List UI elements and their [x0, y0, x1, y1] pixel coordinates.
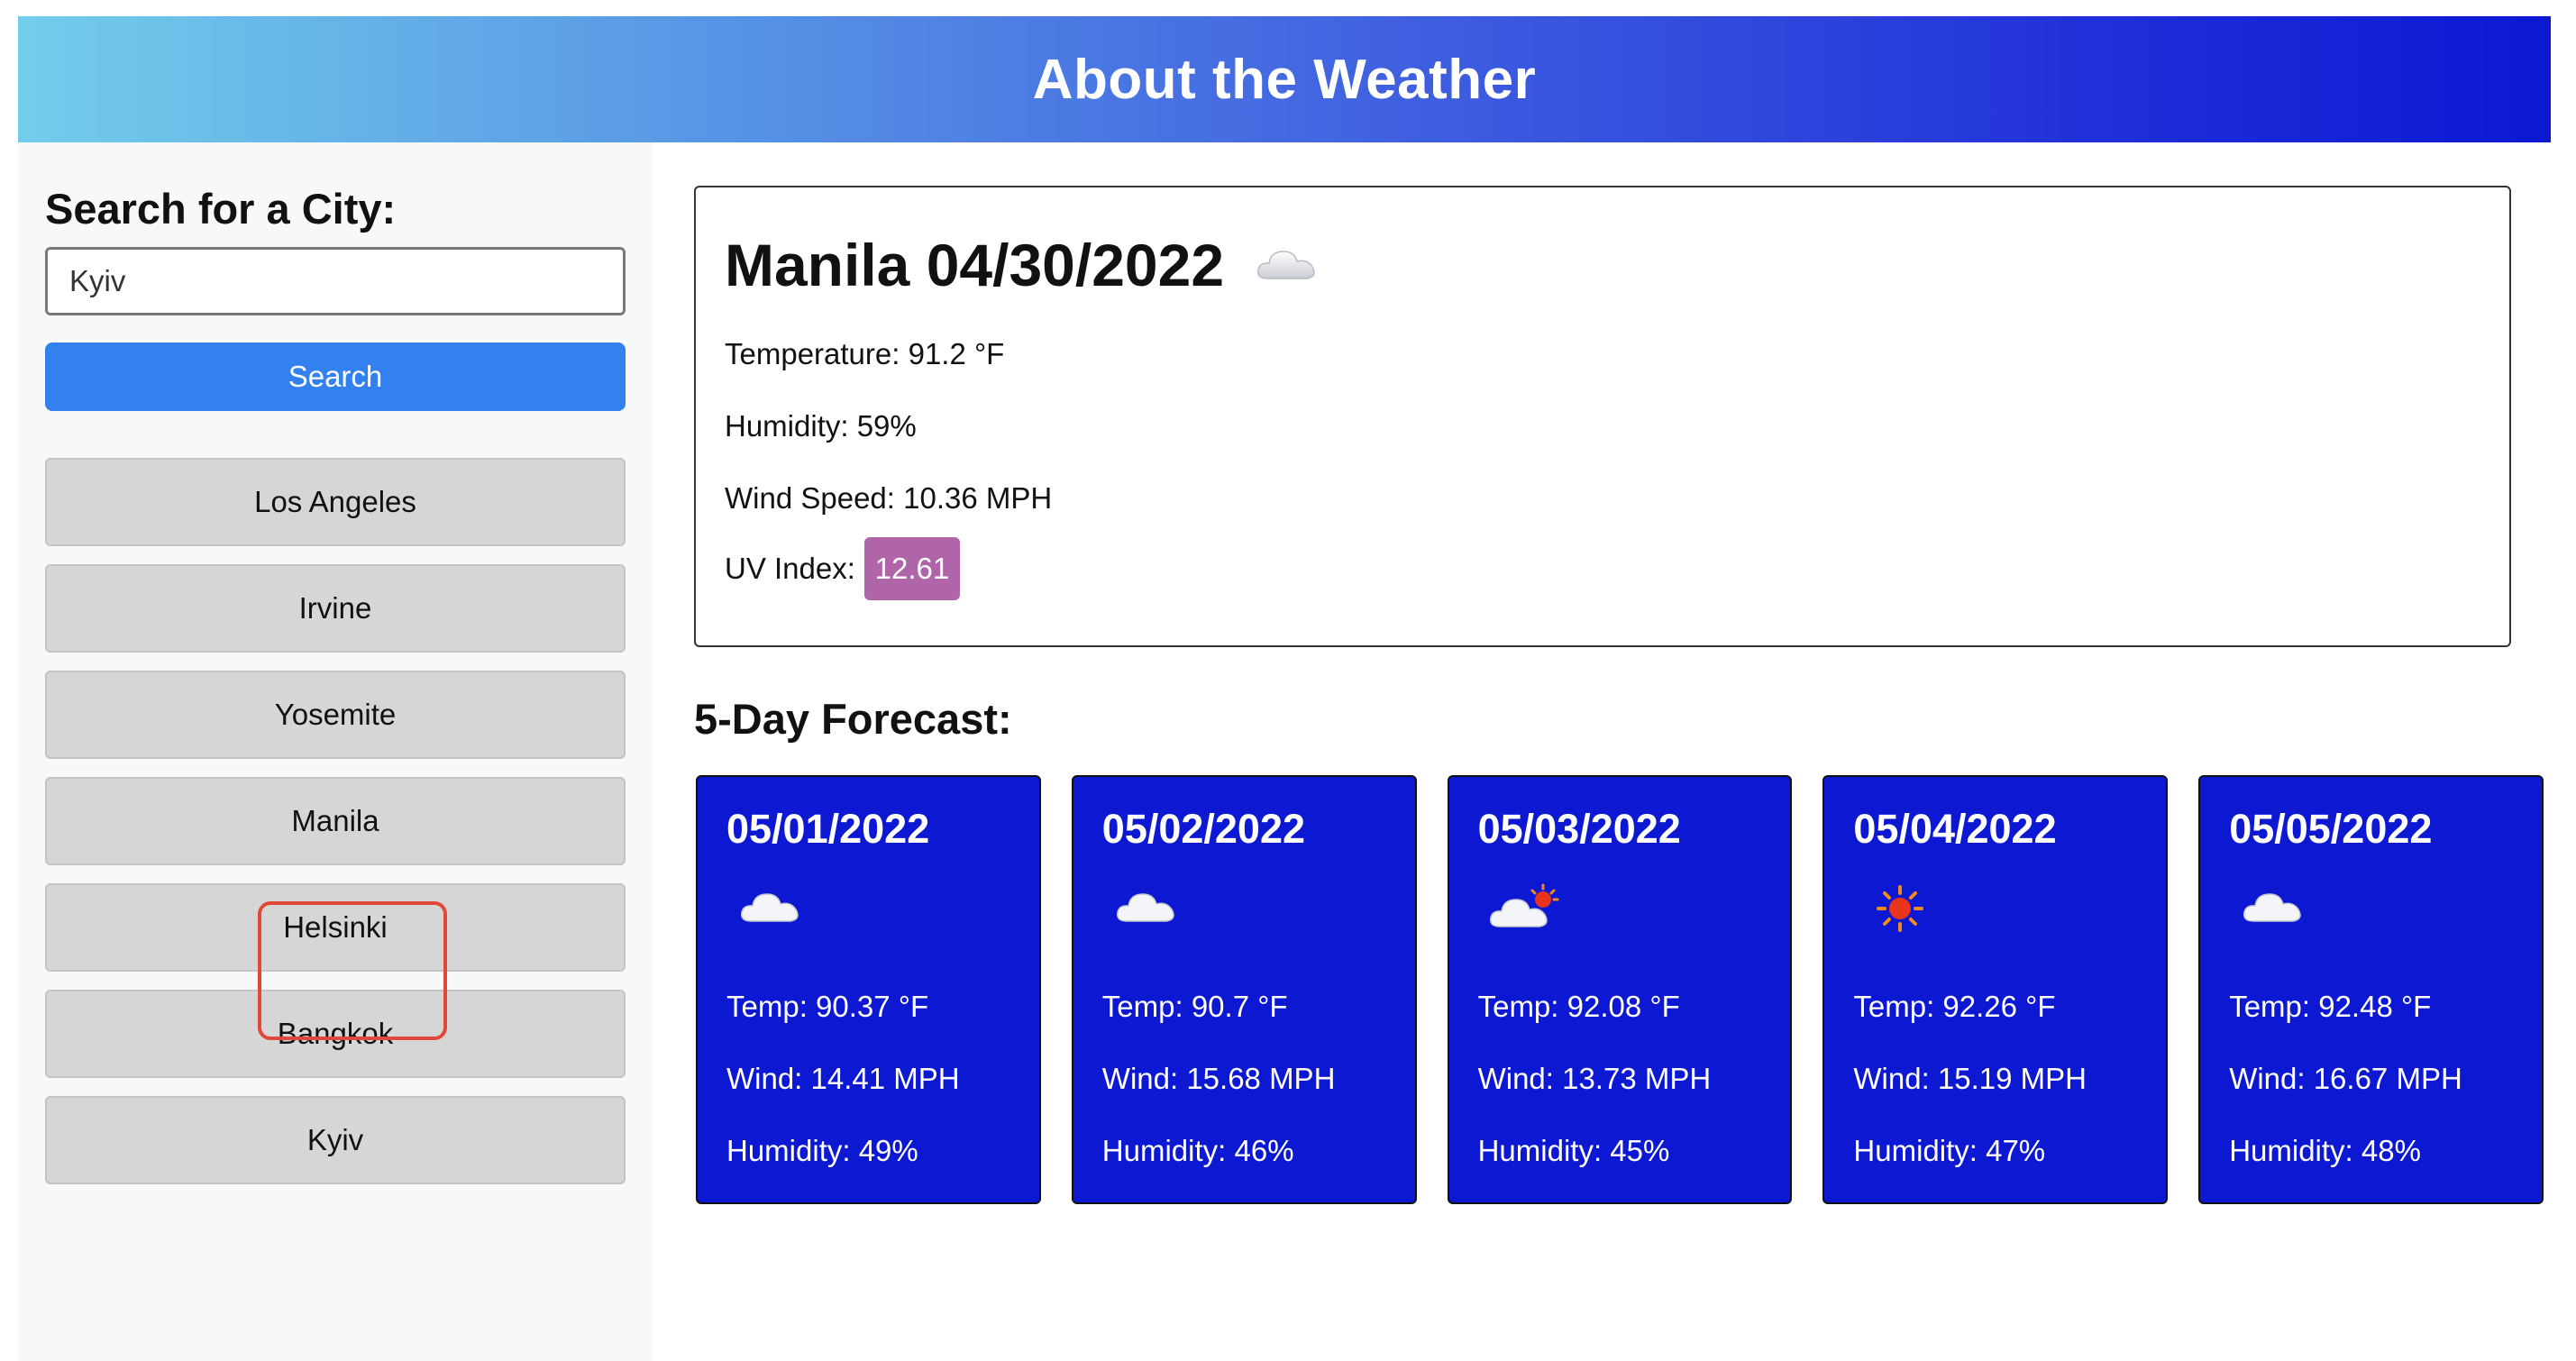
forecast-wind: Wind: 16.67 MPH	[2229, 1062, 2462, 1095]
history-button-yosemite[interactable]: Yosemite	[45, 671, 626, 759]
search-history-list: Los Angeles Irvine Yosemite Manila Helsi…	[45, 458, 626, 1202]
cloud-icon	[1255, 231, 1320, 299]
forecast-temp: Temp: 92.08 °F	[1477, 990, 1680, 1023]
forecast-wind: Wind: 15.19 MPH	[1853, 1062, 2087, 1095]
forecast-temp: Temp: 90.37 °F	[726, 990, 929, 1023]
forecast-temp: Temp: 90.7 °F	[1101, 990, 1288, 1023]
forecast-wind: Wind: 14.41 MPH	[726, 1062, 960, 1095]
forecast-date: 05/05/2022	[2229, 806, 2433, 852]
current-city-date: Manila 04/30/2022	[725, 232, 1225, 298]
history-button-kyiv[interactable]: Kyiv	[45, 1096, 626, 1184]
current-wind-speed: Wind Speed: 10.36 MPH	[725, 481, 1053, 515]
history-button-los-angeles[interactable]: Los Angeles	[45, 458, 626, 546]
forecast-temp: Temp: 92.26 °F	[1853, 990, 2056, 1023]
partly-cloudy-icon	[1489, 883, 1565, 936]
city-search-input[interactable]	[45, 247, 626, 315]
forecast-card: 05/01/2022 Temp: 90.37 °F Wind: 14.41 MP…	[696, 775, 1041, 1204]
forecast-date: 05/01/2022	[726, 806, 930, 852]
uv-index-label: UV Index:	[725, 552, 855, 585]
sun-icon	[1875, 883, 1925, 938]
forecast-card: 05/02/2022 Temp: 90.7 °F Wind: 15.68 MPH…	[1071, 775, 1417, 1204]
history-button-irvine[interactable]: Irvine	[45, 564, 626, 653]
forecast-humidity: Humidity: 49%	[726, 1134, 918, 1167]
search-button[interactable]: Search	[45, 343, 626, 411]
forecast-date: 05/04/2022	[1853, 806, 2057, 852]
forecast-temp: Temp: 92.48 °F	[2229, 990, 2432, 1023]
current-temperature: Temperature: 91.2 °F	[725, 337, 1005, 370]
cloud-icon	[1113, 883, 1180, 933]
forecast-card: 05/05/2022 Temp: 92.48 °F Wind: 16.67 MP…	[2198, 775, 2544, 1204]
history-button-helsinki[interactable]: Helsinki	[45, 883, 626, 972]
forecast-wind: Wind: 13.73 MPH	[1477, 1062, 1712, 1095]
uv-index-badge: 12.61	[863, 537, 960, 600]
page-header: About the Weather	[18, 16, 2551, 142]
search-sidebar: Search for a City: Search Los Angeles Ir…	[18, 142, 653, 1361]
forecast-humidity: Humidity: 47%	[1853, 1134, 2046, 1167]
forecast-card: 05/04/2022 Temp: 92.26 °F Wind: 15.19 MP…	[1822, 775, 2169, 1204]
current-heading: Manila 04/30/2022	[725, 231, 1320, 299]
cloud-icon	[2240, 883, 2307, 933]
forecast-humidity: Humidity: 45%	[1477, 1134, 1670, 1167]
forecast-card: 05/03/2022 Temp: 92.08 °F Wind: 13.73 MP…	[1447, 775, 1793, 1204]
cloud-icon	[737, 883, 804, 933]
history-button-bangkok[interactable]: Bangkok	[45, 990, 626, 1078]
forecast-title: 5-Day Forecast:	[694, 695, 1012, 743]
history-button-manila[interactable]: Manila	[45, 777, 626, 865]
forecast-row: 05/01/2022 Temp: 90.37 °F Wind: 14.41 MP…	[696, 775, 2544, 1204]
forecast-wind: Wind: 15.68 MPH	[1101, 1062, 1336, 1095]
forecast-date: 05/02/2022	[1101, 806, 1306, 852]
forecast-date: 05/03/2022	[1477, 806, 1681, 852]
current-weather-card: Manila 04/30/2022 Temperature: 91.2 °F H…	[694, 186, 2511, 647]
forecast-humidity: Humidity: 46%	[1101, 1134, 1294, 1167]
search-title: Search for a City:	[45, 185, 397, 233]
forecast-humidity: Humidity: 48%	[2229, 1134, 2421, 1167]
uv-index-row: UV Index: 12.61	[725, 537, 960, 600]
current-humidity: Humidity: 59%	[725, 409, 917, 443]
page-title: About the Weather	[1032, 48, 1537, 111]
